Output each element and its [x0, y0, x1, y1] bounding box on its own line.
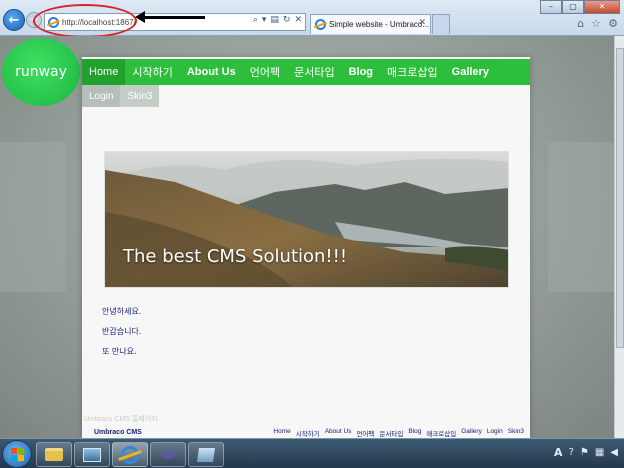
internet-explorer-icon — [121, 445, 139, 464]
address-bar-icons: ⌕ ▾ ▤ ↻ ✕ — [253, 15, 302, 25]
site-footer: Umbraco CMS Home 시작하기 About Us 언어팩 문서타입 … — [82, 426, 530, 438]
tab-favicon — [315, 19, 326, 30]
language-indicator[interactable]: A — [554, 446, 563, 459]
taskbar-explorer[interactable] — [36, 442, 72, 467]
close-button[interactable]: ✕ — [584, 0, 620, 14]
taskbar-internet-explorer[interactable] — [112, 442, 148, 467]
footer-link-about-us[interactable]: About Us — [325, 428, 352, 438]
flag-icon[interactable]: ⚑ — [580, 447, 589, 458]
visual-studio-icon: ∞ — [161, 445, 175, 464]
start-button[interactable] — [2, 440, 32, 468]
nav-item-home[interactable]: Home — [82, 59, 126, 85]
volume-icon[interactable]: ◀ — [610, 447, 618, 458]
hero-caption: The best CMS Solution!!! — [123, 246, 348, 267]
document-icon — [197, 447, 215, 462]
home-icon[interactable]: ⌂ — [577, 17, 584, 30]
hero-banner: The best CMS Solution!!! — [104, 151, 509, 288]
nav-item-about-us[interactable]: About Us — [180, 59, 243, 85]
footer-brand[interactable]: Umbraco CMS — [94, 429, 142, 436]
footer-link-gallery[interactable]: Gallery — [461, 428, 482, 438]
nav-item-document-type[interactable]: 문서타입 — [287, 59, 341, 85]
secondary-nav: Login Skin3 — [82, 85, 160, 107]
minimize-button[interactable]: – — [540, 0, 562, 14]
left-decor-panel — [0, 142, 66, 292]
taskbar-document[interactable] — [188, 442, 224, 467]
browser-tab[interactable]: Simple website - Umbraco... ✕ — [310, 14, 431, 34]
footer-link-blog[interactable]: Blog — [408, 428, 421, 438]
nav-item-gallery[interactable]: Gallery — [445, 59, 496, 85]
taskbar-remote-desktop[interactable] — [74, 442, 110, 467]
nav-item-login[interactable]: Login — [82, 85, 121, 107]
network-icon[interactable]: ▦ — [595, 447, 604, 458]
back-arrow-icon: ← — [8, 12, 20, 28]
taskbar: ∞ A ? ⚑ ▦ ◀ — [0, 438, 624, 468]
window-controls: – ▢ ✕ — [540, 0, 620, 14]
greeting-line-2: 반갑습니다. — [102, 327, 142, 336]
maximize-button[interactable]: ▢ — [562, 0, 584, 14]
annotation-circle — [33, 4, 137, 38]
footer-link-macro-insert[interactable]: 매크로삽입 — [426, 428, 456, 438]
right-decor-panel — [548, 142, 614, 292]
new-tab-button[interactable] — [432, 14, 450, 34]
nav-item-blog[interactable]: Blog — [342, 59, 380, 85]
footer-link-login[interactable]: Login — [487, 428, 503, 438]
vertical-scrollbar[interactable] — [614, 36, 624, 438]
system-tray: A ? ⚑ ▦ ◀ — [554, 446, 618, 459]
favorites-star-icon[interactable]: ☆ — [591, 17, 601, 30]
start-orb-icon — [11, 448, 24, 461]
back-button[interactable]: ← — [3, 9, 25, 31]
page-viewport: runway Home 시작하기 About Us 언어팩 문서타입 Blog … — [0, 36, 614, 438]
nav-item-skin3[interactable]: Skin3 — [120, 85, 159, 107]
footer-link-skin3[interactable]: Skin3 — [508, 428, 524, 438]
toolbar-icons: ⌂ ☆ ⚙ — [577, 17, 618, 30]
search-icon[interactable]: ⌕ — [253, 15, 258, 25]
taskbar-visual-studio[interactable]: ∞ — [150, 442, 186, 467]
explorer-folder-icon — [45, 448, 63, 461]
refresh-icon[interactable]: ↻ — [283, 15, 291, 25]
site-container: Home 시작하기 About Us 언어팩 문서타입 Blog 매크로삽입 G… — [82, 57, 530, 438]
greeting-line-3: 또 만나요. — [102, 347, 137, 356]
tools-gear-icon[interactable]: ⚙ — [608, 17, 618, 30]
nav-item-language-pack[interactable]: 언어팩 — [243, 59, 287, 85]
help-icon[interactable]: ? — [569, 447, 574, 458]
compatibility-icon[interactable]: ▤ — [270, 15, 279, 25]
nav-item-getting-started[interactable]: 시작하기 — [125, 59, 179, 85]
logo-text: runway — [15, 64, 67, 80]
footer-link-language-pack[interactable]: 언어팩 — [356, 428, 374, 438]
footer-hint-text: Umbraco CMS 홈페이지 — [84, 416, 158, 423]
footer-link-home[interactable]: Home — [273, 428, 290, 438]
annotation-arrow — [135, 11, 205, 23]
tab-close-icon[interactable]: ✕ — [418, 18, 426, 28]
remote-desktop-icon — [83, 447, 101, 462]
footer-link-document-type[interactable]: 문서타입 — [379, 428, 403, 438]
tab-title: Simple website - Umbraco... — [329, 20, 430, 29]
footer-links: Home 시작하기 About Us 언어팩 문서타입 Blog 매크로삽입 G… — [273, 428, 524, 438]
footer-link-getting-started[interactable]: 시작하기 — [296, 428, 320, 438]
dropdown-icon[interactable]: ▾ — [262, 15, 267, 25]
scrollbar-thumb[interactable] — [616, 48, 624, 348]
site-logo[interactable]: runway — [2, 38, 80, 106]
landscape-image — [105, 152, 508, 287]
nav-item-macro-insert[interactable]: 매크로삽입 — [380, 59, 445, 85]
greeting-line-1: 안녕하세요. — [102, 307, 142, 316]
stop-icon[interactable]: ✕ — [294, 15, 302, 25]
main-nav: Home 시작하기 About Us 언어팩 문서타입 Blog 매크로삽입 G… — [82, 59, 530, 85]
